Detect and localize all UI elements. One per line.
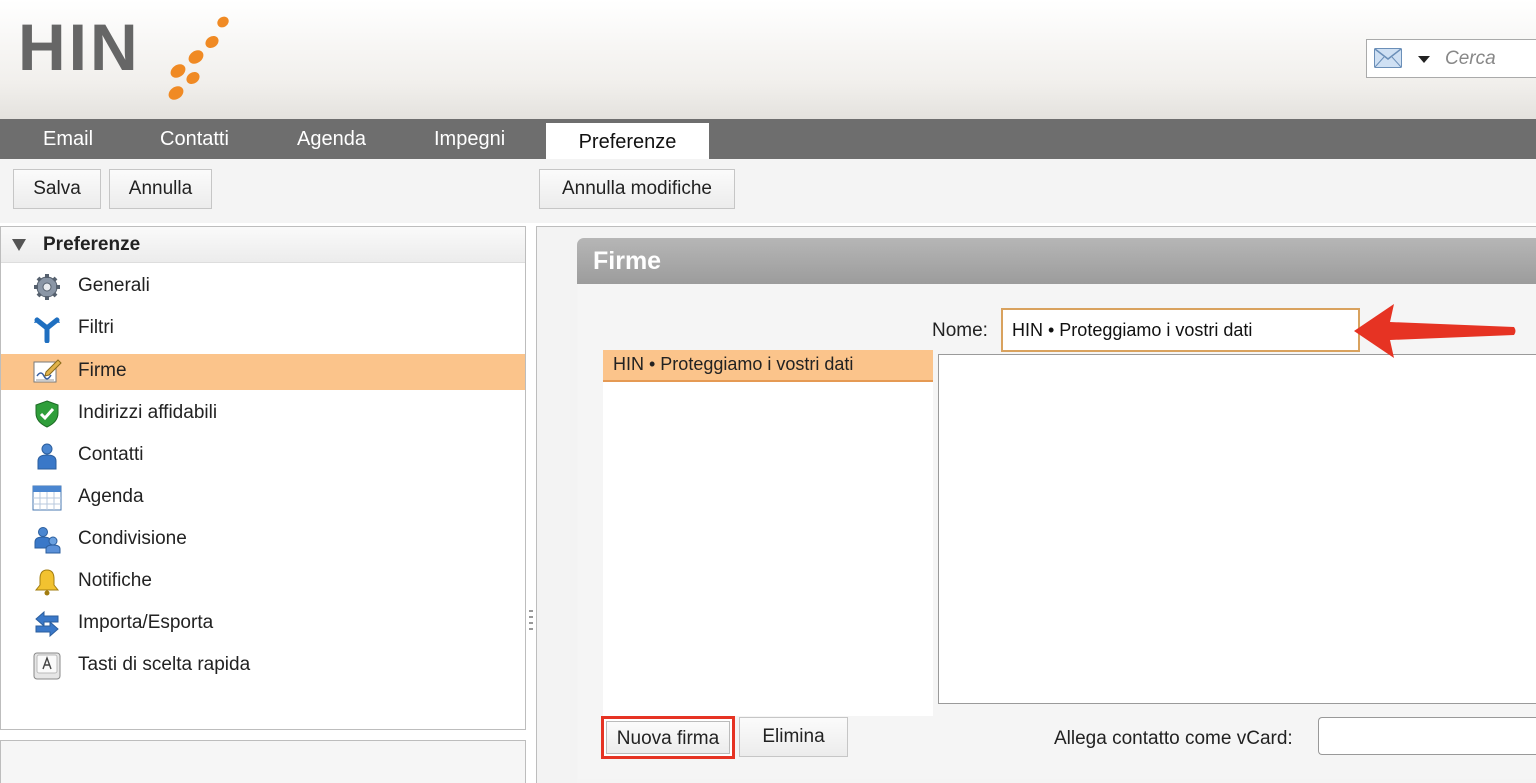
sidebar-item-label: Firme xyxy=(78,360,127,381)
bell-icon xyxy=(34,569,60,596)
sidebar-item-agenda[interactable]: Agenda xyxy=(1,480,525,516)
signature-editor[interactable] xyxy=(938,354,1536,704)
vcard-label: Allega contatto come vCard: xyxy=(1054,728,1293,749)
sidebar-item-importa-esporta[interactable]: Importa/Esporta xyxy=(1,606,525,642)
filter-icon xyxy=(34,317,60,343)
tab-email[interactable]: Email xyxy=(43,119,93,159)
app-header: HIN xyxy=(0,0,1536,119)
collapse-triangle-icon[interactable] xyxy=(12,239,26,251)
list-item[interactable]: HIN • Proteggiamo i vostri dati xyxy=(603,350,933,382)
sidebar-item-label: Contatti xyxy=(78,444,144,465)
new-signature-highlight: Nuova firma xyxy=(601,716,735,759)
sidebar-item-label: Importa/Esporta xyxy=(78,612,214,633)
new-signature-button[interactable]: Nuova firma xyxy=(606,721,730,754)
sidebar-item-label: Tasti di scelta rapida xyxy=(78,654,251,675)
nome-label: Nome: xyxy=(932,320,988,341)
signature-name: HIN • Proteggiamo i vostri dati xyxy=(613,354,854,374)
signature-icon xyxy=(33,359,62,383)
logo-dots-icon xyxy=(168,16,229,100)
gear-icon xyxy=(34,274,60,300)
sidebar-item-notifiche[interactable]: Notifiche xyxy=(1,564,525,600)
red-arrow-icon xyxy=(1354,304,1516,358)
toolbar: Salva Annulla Annulla modifiche xyxy=(0,159,1536,223)
sidebar-item-label: Generali xyxy=(78,275,150,296)
calendar-icon xyxy=(32,485,62,511)
delete-button[interactable]: Elimina xyxy=(739,717,848,757)
sidebar-item-indirizzi-affidabili[interactable]: Indirizzi affidabili xyxy=(1,396,525,432)
tab-preferenze[interactable]: Preferenze xyxy=(546,123,709,159)
sidebar-header[interactable]: Preferenze xyxy=(1,227,525,263)
sidebar-item-label: Indirizzi affidabili xyxy=(78,402,218,423)
undo-changes-button[interactable]: Annulla modifiche xyxy=(539,169,735,209)
firme-panel-header: Firme xyxy=(577,238,1536,284)
page-title: Firme xyxy=(593,247,662,275)
tab-contatti[interactable]: Contatti xyxy=(160,119,229,159)
nome-field[interactable] xyxy=(1001,308,1360,352)
signature-list[interactable]: HIN • Proteggiamo i vostri dati xyxy=(603,350,933,716)
splitter-handle[interactable] xyxy=(528,610,534,638)
sidebar-item-filtri[interactable]: Filtri xyxy=(1,311,525,347)
chevron-down-icon[interactable] xyxy=(1418,56,1430,63)
sidebar-item-label: Condivisione xyxy=(78,528,187,549)
envelope-icon[interactable] xyxy=(1374,48,1402,68)
tab-agenda[interactable]: Agenda xyxy=(297,119,366,159)
keyboard-key-icon xyxy=(33,652,61,680)
cancel-button[interactable]: Annulla xyxy=(109,169,212,209)
logo-text: HIN xyxy=(18,10,141,84)
sidebar-item-contatti[interactable]: Contatti xyxy=(1,438,525,474)
vcard-field[interactable] xyxy=(1318,717,1536,755)
tab-impegni[interactable]: Impegni xyxy=(434,119,505,159)
save-button[interactable]: Salva xyxy=(13,169,101,209)
sharing-icon xyxy=(34,527,61,554)
import-export-icon xyxy=(35,610,59,638)
shield-check-icon xyxy=(35,400,59,428)
sidebar-item-firme[interactable]: Firme xyxy=(1,354,525,390)
hin-logo[interactable]: HIN xyxy=(18,14,238,104)
preferences-sidebar: Preferenze Generali Filtri Firme Indiriz… xyxy=(0,226,526,730)
sidebar-item-generali[interactable]: Generali xyxy=(1,269,525,305)
sidebar-title: Preferenze xyxy=(43,234,141,255)
person-icon xyxy=(37,443,57,470)
sidebar-item-label: Filtri xyxy=(78,317,114,338)
main-nav: Email Contatti Agenda Impegni Preferenze xyxy=(0,119,1536,159)
sidebar-item-label: Agenda xyxy=(78,486,144,507)
sidebar-item-condivisione[interactable]: Condivisione xyxy=(1,522,525,558)
search-input[interactable] xyxy=(1445,44,1536,73)
sidebar-lower-panel xyxy=(0,740,526,783)
sidebar-item-tasti-di-scelta-rapida[interactable]: Tasti di scelta rapida xyxy=(1,648,525,684)
sidebar-item-label: Notifiche xyxy=(78,570,152,591)
search-box[interactable] xyxy=(1366,39,1536,78)
